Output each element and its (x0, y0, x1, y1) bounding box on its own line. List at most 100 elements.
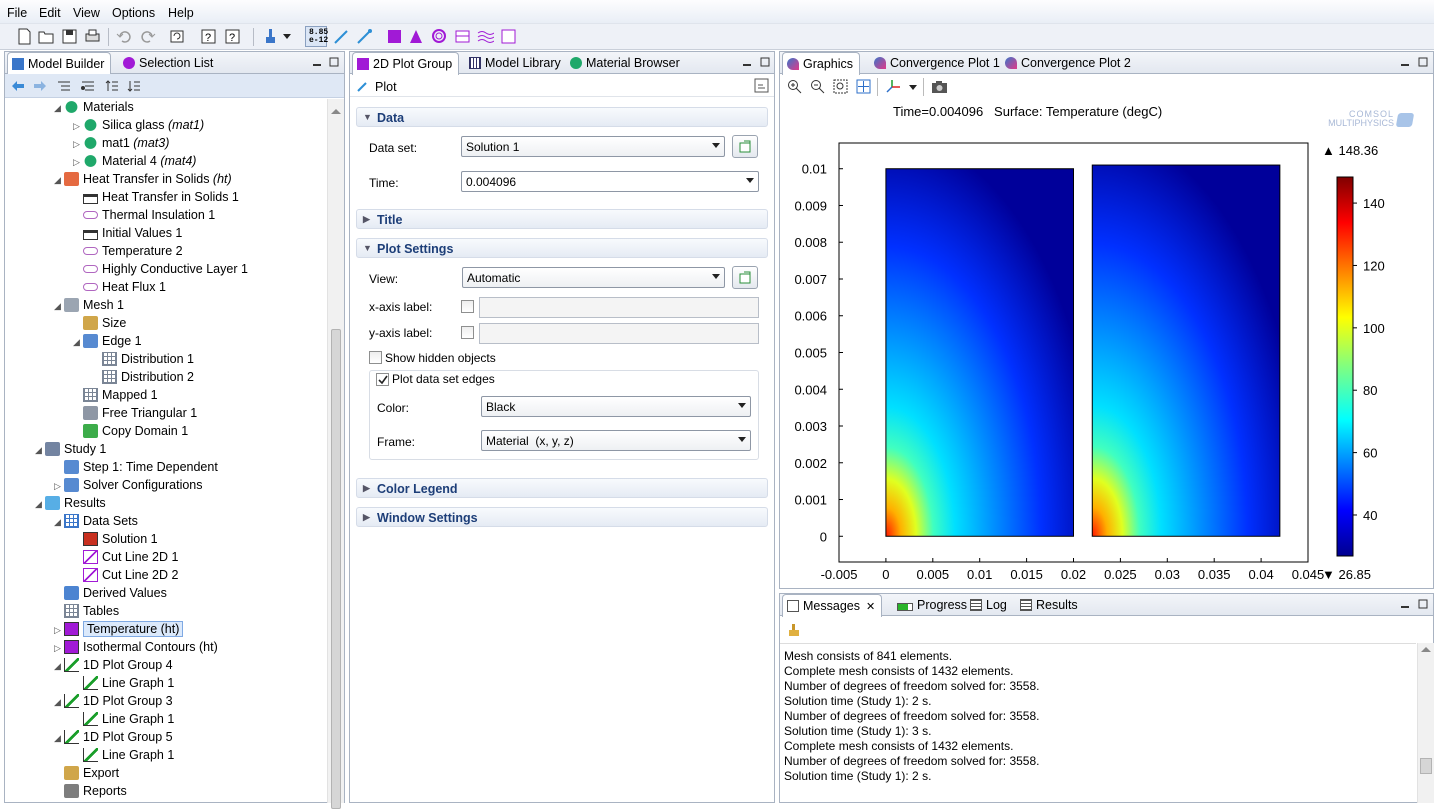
collapsed-arrow-icon[interactable]: ▷ (54, 481, 64, 492)
close-icon[interactable]: ✕ (866, 601, 875, 613)
collapsed-arrow-icon[interactable]: ▷ (54, 625, 64, 636)
tab-convergence-plot-1[interactable]: Convergence Plot 1 (870, 52, 1006, 74)
tab-messages[interactable]: Messages ✕ (782, 594, 883, 617)
data-set-goto-button[interactable] (732, 135, 758, 158)
expand-all-icon[interactable] (127, 80, 141, 92)
collapsed-arrow-icon[interactable]: ▷ (54, 643, 64, 654)
tree-item[interactable]: Reports (64, 784, 127, 802)
tab-2d-plot-group[interactable]: 2D Plot Group (352, 52, 460, 75)
save-icon[interactable] (61, 28, 78, 45)
zoom-in-icon[interactable] (787, 79, 802, 94)
tree-item[interactable]: Initial Values 1 (83, 226, 182, 244)
expanded-arrow-icon[interactable]: ◢ (54, 697, 64, 708)
tab-graphics[interactable]: Graphics (782, 52, 861, 75)
plot-button-icon[interactable] (754, 78, 769, 93)
tab-convergence-plot-2[interactable]: Convergence Plot 2 (1001, 52, 1137, 74)
redo-icon[interactable] (139, 28, 156, 45)
x-axis-label-checkbox[interactable] (461, 300, 474, 313)
tab-results[interactable]: Results (1016, 594, 1084, 616)
tree-item[interactable]: Tables (64, 604, 119, 622)
tree-item[interactable]: Mapped 1 (83, 388, 158, 406)
tree-item[interactable]: Heat Transfer in Solids 1 (83, 190, 239, 208)
menu-options[interactable]: Options (112, 6, 155, 20)
time-select[interactable]: 0.004096 (461, 171, 759, 192)
tree-item[interactable]: Temperature 2 (83, 244, 183, 262)
minimize-icon[interactable] (1400, 599, 1410, 609)
zoom-box-icon[interactable] (833, 79, 848, 94)
section-title[interactable]: ▶ Title (356, 209, 768, 229)
forward-icon[interactable] (33, 80, 47, 92)
expanded-arrow-icon[interactable]: ◢ (35, 499, 45, 510)
isosurface-plot-icon[interactable] (431, 28, 448, 45)
tree-item[interactable]: ▷ Silica glass (mat1) (73, 118, 204, 136)
collapse-all-icon[interactable] (105, 80, 119, 92)
tree-item[interactable]: ▷ Solver Configurations (54, 478, 203, 496)
tree-scrollbar-thumb[interactable] (331, 329, 341, 809)
minimize-icon[interactable] (742, 57, 752, 67)
y-axis-label-checkbox[interactable] (461, 326, 474, 339)
tab-model-builder[interactable]: Model Builder (7, 52, 112, 75)
tree-item[interactable]: ▷ mat1 (mat3) (73, 136, 169, 154)
section-window-settings[interactable]: ▶ Window Settings (356, 507, 768, 527)
surface-plot-icon[interactable] (386, 28, 403, 45)
color-select[interactable]: Black (481, 396, 751, 417)
maximize-icon[interactable] (1418, 57, 1428, 67)
number-format-icon[interactable]: 8.85 e-12 (305, 26, 328, 47)
tree-item[interactable]: Size (83, 316, 126, 334)
dynamic-help-icon[interactable]: ? (224, 28, 241, 45)
streamline-plot-icon[interactable] (477, 28, 494, 45)
tree-item[interactable]: ◢ Data Sets (54, 514, 138, 532)
tree-item[interactable]: Derived Values (64, 586, 167, 604)
contour-plot-icon[interactable] (408, 28, 425, 45)
messages-scrollbar-thumb[interactable] (1420, 758, 1432, 774)
zoom-out-icon[interactable] (810, 79, 825, 94)
back-icon[interactable] (11, 80, 25, 92)
tree-item[interactable]: ◢ Materials (54, 100, 134, 118)
maximize-icon[interactable] (329, 57, 339, 67)
section-plot-settings[interactable]: ▼ Plot Settings (356, 238, 768, 258)
new-icon[interactable] (16, 28, 33, 45)
maximize-icon[interactable] (1418, 599, 1428, 609)
paintbrush-dropdown[interactable] (283, 34, 291, 39)
tree-item[interactable]: Step 1: Time Dependent (64, 460, 218, 478)
blank-plot-icon[interactable] (500, 28, 517, 45)
collapsed-arrow-icon[interactable]: ▷ (73, 139, 83, 150)
y-axis-label-field[interactable] (479, 323, 759, 344)
slice-plot-icon[interactable] (454, 28, 471, 45)
plot-edges-checkbox[interactable] (376, 373, 389, 386)
tree-item[interactable]: Free Triangular 1 (83, 406, 197, 424)
tree-item[interactable]: Heat Flux 1 (83, 280, 166, 298)
expanded-arrow-icon[interactable]: ◢ (54, 661, 64, 672)
collapsed-arrow-icon[interactable]: ▷ (73, 157, 83, 168)
tree-item[interactable]: Line Graph 1 (83, 676, 174, 694)
tree-item[interactable]: ▷ Temperature (ht) (54, 621, 184, 640)
tree-item[interactable]: Cut Line 2D 2 (83, 568, 178, 586)
show-icon[interactable] (57, 80, 71, 92)
minimize-icon[interactable] (312, 57, 322, 67)
axes-icon[interactable] (885, 79, 901, 94)
undo-icon[interactable] (116, 28, 133, 45)
tree-item[interactable]: ◢ 1D Plot Group 3 (54, 694, 173, 712)
tree-item[interactable]: ◢ Study 1 (35, 442, 106, 460)
tab-log[interactable]: Log (966, 594, 1013, 616)
tab-selection-list[interactable]: Selection List (119, 52, 219, 74)
expanded-arrow-icon[interactable]: ◢ (54, 517, 64, 528)
messages-scrollbar[interactable] (1417, 643, 1434, 803)
x-axis-label-field[interactable] (479, 297, 759, 318)
show-hidden-checkbox[interactable] (369, 351, 382, 364)
tree-item[interactable]: ◢ 1D Plot Group 4 (54, 658, 173, 676)
data-set-select[interactable]: Solution 1 (461, 136, 725, 157)
collapsed-arrow-icon[interactable]: ▷ (73, 121, 83, 132)
expanded-arrow-icon[interactable]: ◢ (54, 175, 64, 186)
menu-view[interactable]: View (73, 6, 100, 20)
view-goto-button[interactable] (732, 266, 758, 289)
expanded-arrow-icon[interactable]: ◢ (54, 301, 64, 312)
section-data[interactable]: ▼ Data (356, 107, 768, 127)
expanded-arrow-icon[interactable]: ◢ (35, 445, 45, 456)
section-color-legend[interactable]: ▶ Color Legend (356, 478, 768, 498)
tree-item[interactable]: Line Graph 1 (83, 712, 174, 730)
tree-item[interactable]: ◢ Edge 1 (73, 334, 142, 352)
expanded-arrow-icon[interactable]: ◢ (54, 733, 64, 744)
tab-material-browser[interactable]: Material Browser (566, 52, 686, 74)
tree-item[interactable]: ▷ Isothermal Contours (ht) (54, 640, 218, 658)
